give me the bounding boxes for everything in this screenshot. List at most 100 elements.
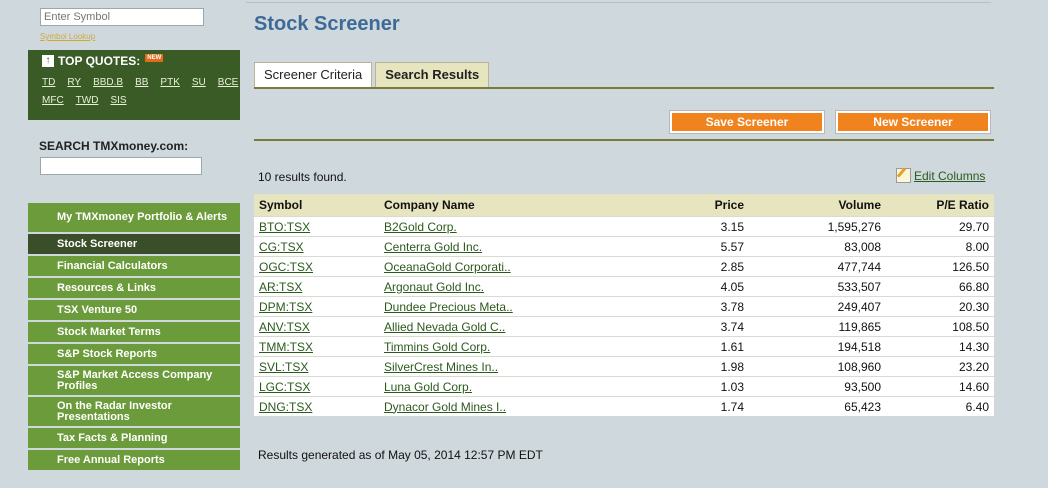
col-company-name[interactable]: Company Name [379,194,644,217]
symbol-link[interactable]: CG:TSX [259,240,304,254]
company-link[interactable]: B2Gold Corp. [384,220,457,234]
top-quotes-box: ↑ TOP QUOTES: NEW TD RY BBD.B BB PTK SU BCE MF… [28,50,240,120]
symbol-link[interactable]: DPM:TSX [259,300,312,314]
sidebar-item-free-annual-reports[interactable]: Free Annual Reports [28,450,240,472]
left-sidebar: Symbol Lookup ↑ TOP QUOTES: NEW TD RY BBD.… [28,0,240,488]
sidebar-nav: My TMXmoney Portfolio & Alerts Stock Scre… [28,203,240,472]
quote-link[interactable]: BCE [218,77,239,88]
table-row: AR:TSX Argonaut Gold Inc. 4.05 533,507 66.80 [254,276,994,297]
cell-symbol: TMM:TSX [254,336,379,357]
cell-price: 4.05 [644,276,749,297]
quote-link[interactable]: PTK [160,77,179,88]
tab-bar: Screener Criteria Search Results [254,62,490,87]
company-link[interactable]: OceanaGold Corporati.. [384,260,511,274]
cell-volume: 1,595,276 [749,216,886,237]
cell-volume: 65,423 [749,396,886,416]
cell-symbol: DPM:TSX [254,296,379,317]
cell-price: 1.03 [644,376,749,397]
cell-pe-ratio: 29.70 [886,216,994,237]
cell-price: 3.15 [644,216,749,237]
col-price[interactable]: Price [644,194,749,217]
table-row: BTO:TSX B2Gold Corp. 3.15 1,595,276 29.70 [254,216,994,237]
quote-link[interactable]: BB [135,77,148,88]
company-link[interactable]: Dundee Precious Meta.. [384,300,513,314]
quote-link[interactable]: RY [67,77,81,88]
company-link[interactable]: SilverCrest Mines In.. [384,360,498,374]
symbol-input[interactable] [40,8,204,26]
sidebar-item-s-p-stock-reports[interactable]: S&P Stock Reports [28,344,240,366]
symbol-lookup-link[interactable]: Symbol Lookup [40,32,95,41]
sidebar-item-tax-facts-planning[interactable]: Tax Facts & Planning [28,428,240,450]
cell-symbol: SVL:TSX [254,356,379,377]
cell-volume: 83,008 [749,236,886,257]
sidebar-item-tsx-venture-50[interactable]: TSX Venture 50 [28,300,240,322]
company-link[interactable]: Centerra Gold Inc. [384,240,482,254]
edit-columns-link[interactable]: Edit Columns [896,168,985,183]
quote-link[interactable]: SU [192,77,206,88]
save-screener-label: Save Screener [672,113,822,131]
cell-company-name: Argonaut Gold Inc. [379,276,644,297]
cell-symbol: BTO:TSX [254,216,379,237]
col-symbol[interactable]: Symbol [254,194,379,217]
new-badge: NEW [145,54,164,62]
cell-volume: 108,960 [749,356,886,377]
edit-columns-label: Edit Columns [914,168,986,183]
cell-company-name: Timmins Gold Corp. [379,336,644,357]
sidebar-item-stock-screener[interactable]: Stock Screener [28,234,240,256]
symbol-link[interactable]: OGC:TSX [259,260,313,274]
table-row: LGC:TSX Luna Gold Corp. 1.03 93,500 14.60 [254,376,994,397]
sidebar-item-financial-calculators[interactable]: Financial Calculators [28,256,240,278]
cell-pe-ratio: 108.50 [886,316,994,337]
tab-search-results[interactable]: Search Results [375,62,490,87]
company-link[interactable]: Luna Gold Corp. [384,380,472,394]
save-screener-button[interactable]: Save Screener [669,110,825,134]
button-divider [254,139,994,141]
cell-company-name: Dundee Precious Meta.. [379,296,644,317]
cell-company-name: Dynacor Gold Mines I.. [379,396,644,416]
cell-pe-ratio: 14.60 [886,376,994,397]
symbol-link[interactable]: TMM:TSX [259,340,313,354]
sidebar-item-on-the-radar-investor-presentations[interactable]: On the Radar Investor Presentations [28,397,240,428]
company-link[interactable]: Argonaut Gold Inc. [384,280,484,294]
quote-link[interactable]: TD [42,77,55,88]
symbol-link[interactable]: AR:TSX [259,280,302,294]
company-link[interactable]: Allied Nevada Gold C.. [384,320,505,334]
top-divider [246,2,991,3]
tab-screener-criteria[interactable]: Screener Criteria [254,62,373,87]
symbol-link[interactable]: DNG:TSX [259,400,312,414]
cell-pe-ratio: 20.30 [886,296,994,317]
quote-link[interactable]: MFC [42,95,64,106]
company-link[interactable]: Dynacor Gold Mines I.. [384,400,506,414]
results-count: 10 results found. [258,170,347,184]
symbol-link[interactable]: BTO:TSX [259,220,310,234]
quote-link[interactable]: SIS [110,95,126,106]
cell-price: 2.85 [644,256,749,277]
col-volume[interactable]: Volume [749,194,886,217]
table-row: CG:TSX Centerra Gold Inc. 5.57 83,008 8.00 [254,236,994,257]
symbol-link[interactable]: LGC:TSX [259,380,310,394]
cell-company-name: Allied Nevada Gold C.. [379,316,644,337]
sidebar-item-stock-market-terms[interactable]: Stock Market Terms [28,322,240,344]
cell-price: 1.74 [644,396,749,416]
cell-pe-ratio: 126.50 [886,256,994,277]
top-quotes-header: ↑ TOP QUOTES: NEW [42,54,164,68]
quote-link[interactable]: TWD [76,95,99,106]
cell-volume: 477,744 [749,256,886,277]
col-pe-ratio[interactable]: P/E Ratio [886,194,994,217]
quote-link[interactable]: BBD.B [93,77,123,88]
cell-pe-ratio: 8.00 [886,236,994,257]
cell-price: 1.98 [644,356,749,377]
symbol-link[interactable]: ANV:TSX [259,320,310,334]
sidebar-item-my-tmxmoney-portfolio-alerts[interactable]: My TMXmoney Portfolio & Alerts [28,203,240,234]
sidebar-item-resources-links[interactable]: Resources & Links [28,278,240,300]
top-quotes-title: TOP QUOTES: [58,54,141,68]
symbol-link[interactable]: SVL:TSX [259,360,308,374]
new-screener-button[interactable]: New Screener [835,110,991,134]
search-input[interactable] [40,157,202,175]
cell-volume: 194,518 [749,336,886,357]
cell-symbol: OGC:TSX [254,256,379,277]
sidebar-item-s-p-market-access-company-profiles[interactable]: S&P Market Access Company Profiles [28,366,240,397]
company-link[interactable]: Timmins Gold Corp. [384,340,490,354]
cell-company-name: B2Gold Corp. [379,216,644,237]
cell-symbol: DNG:TSX [254,396,379,416]
